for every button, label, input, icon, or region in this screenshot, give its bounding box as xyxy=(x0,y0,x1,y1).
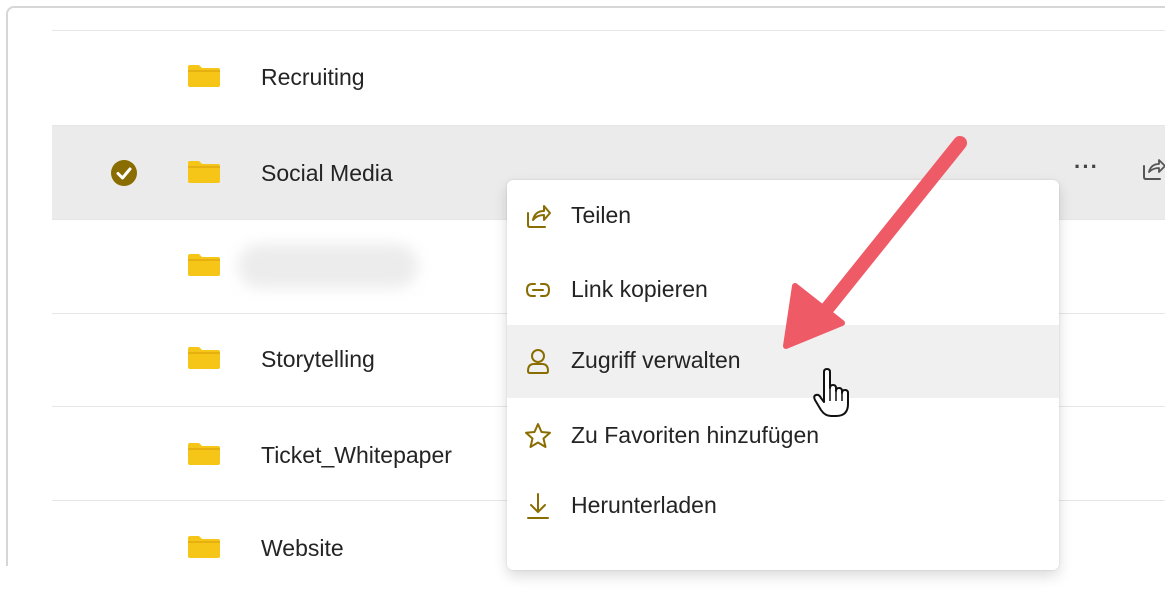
folder-icon xyxy=(188,347,220,369)
file-name[interactable]: Social Media xyxy=(261,160,393,187)
person-icon xyxy=(526,349,550,374)
menu-item-label: Zu Favoriten hinzufügen xyxy=(571,422,820,448)
link-icon xyxy=(525,283,551,297)
folder-icon xyxy=(188,65,220,87)
folder-icon xyxy=(188,443,220,465)
folder-icon xyxy=(188,161,220,183)
menu-item-add-favorites[interactable]: Zu Favoriten hinzufügen xyxy=(507,400,1059,473)
folder-icon xyxy=(188,536,220,558)
menu-item-share[interactable]: Teilen xyxy=(507,180,1059,253)
menu-item-label: Zugriff verwalten xyxy=(571,347,741,373)
share-icon[interactable] xyxy=(1140,156,1165,182)
download-icon xyxy=(527,493,549,519)
folder-icon xyxy=(188,254,220,276)
hand-cursor-icon xyxy=(813,368,849,417)
file-name[interactable]: Storytelling xyxy=(261,346,375,373)
menu-item-copy-link[interactable]: Link kopieren xyxy=(507,254,1059,327)
star-icon xyxy=(525,423,551,448)
file-name[interactable]: Recruiting xyxy=(261,64,365,91)
file-name[interactable]: Website xyxy=(261,535,344,562)
more-options-button[interactable]: ··· xyxy=(1074,154,1099,180)
menu-item-label: Link kopieren xyxy=(571,276,708,302)
blurred-file-name xyxy=(238,244,418,288)
menu-item-label: Teilen xyxy=(571,202,632,228)
menu-item-manage-access[interactable]: Zugriff verwalten xyxy=(507,325,1059,398)
menu-item-label: Herunterladen xyxy=(571,492,717,518)
checkmark-circle-icon[interactable] xyxy=(110,159,138,187)
file-name[interactable]: Ticket_Whitepaper xyxy=(261,442,452,469)
file-row-recruiting[interactable]: Recruiting xyxy=(52,30,1165,124)
context-menu: Teilen Link kopieren Zugriff verwalten Z… xyxy=(507,180,1059,570)
menu-item-download[interactable]: Herunterladen xyxy=(507,470,1059,543)
share-icon xyxy=(527,205,551,228)
